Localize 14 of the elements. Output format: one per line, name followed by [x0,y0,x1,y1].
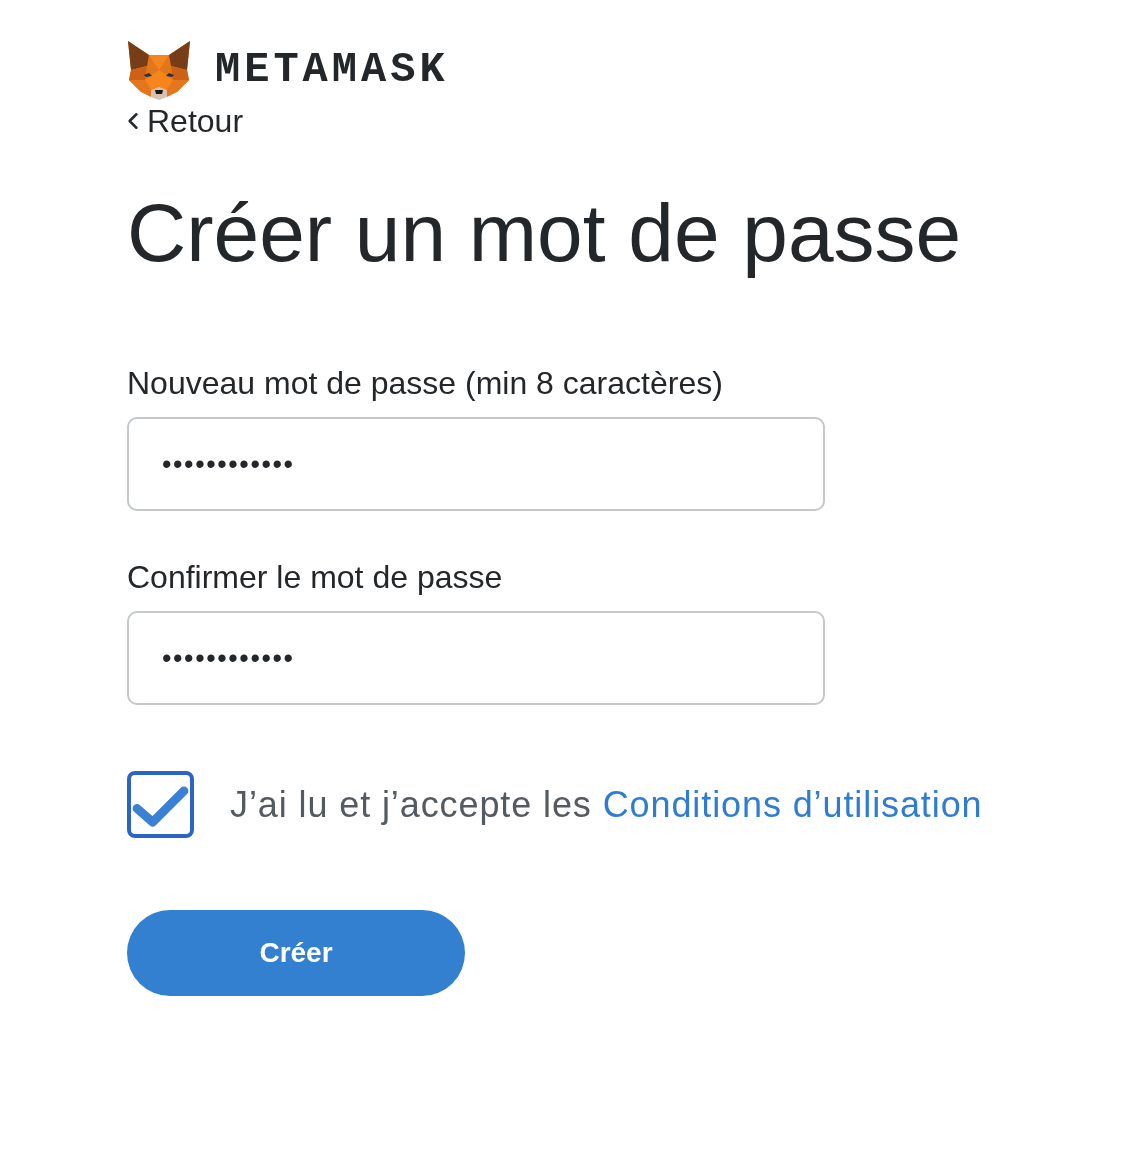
fox-logo-icon [127,40,191,100]
field-label: Confirmer le mot de passe [127,559,503,595]
checkmark-icon [131,785,190,828]
back-link[interactable]: Retour [127,103,244,139]
brand-name: METAMASK [215,47,449,93]
page-title: Créer un mot de passe [127,187,962,279]
password-field[interactable]: •••••••••••• [127,611,825,705]
terms-link[interactable]: Conditions d’utilisation [602,783,983,825]
terms-checkbox[interactable] [127,771,194,838]
password-field[interactable]: •••••••••••• [127,417,825,511]
chevron-left-icon [127,112,139,130]
terms-text: J’ai lu et j’accepte les Conditions d’utilisation [230,784,983,825]
create-button[interactable]: Créer [127,910,465,996]
field-label: Nouveau mot de passe (min 8 caractères) [127,365,723,401]
